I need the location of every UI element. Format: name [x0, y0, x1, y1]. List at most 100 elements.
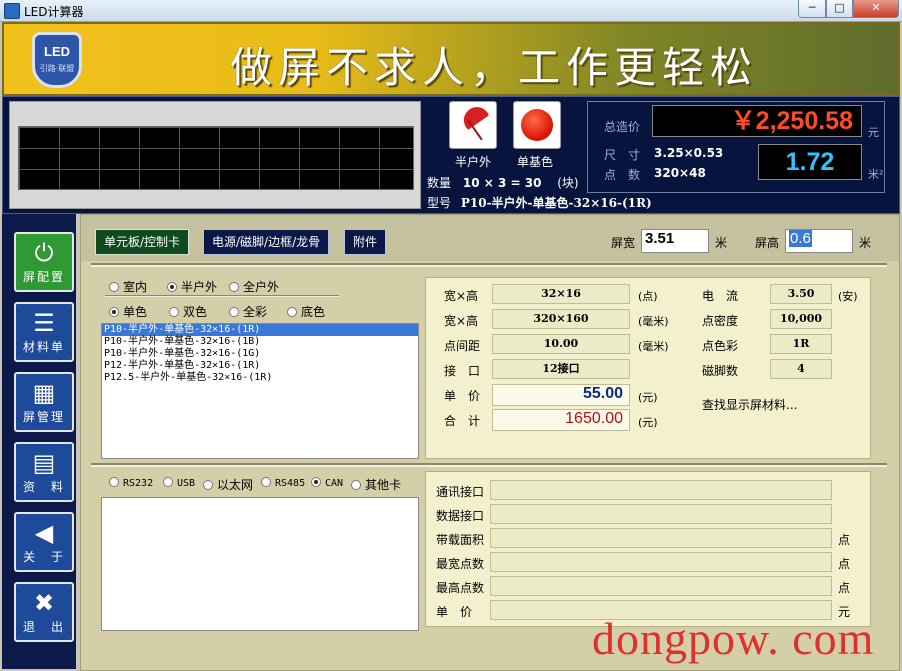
tab-board-card[interactable]: 单元板/控制卡: [95, 229, 190, 255]
divider: [91, 463, 887, 467]
tab-attachments[interactable]: 附件: [344, 229, 387, 255]
total-unit: (元): [638, 416, 658, 429]
screen-preview: [18, 126, 414, 190]
wh-dots-unit: (点): [638, 290, 658, 303]
load-area-field: [490, 528, 832, 548]
radio-can[interactable]: CAN: [311, 477, 343, 489]
quantity-label: 数量: [427, 176, 452, 190]
data-port-label: 数据接口: [436, 509, 485, 523]
pitch-field: 10.00: [492, 334, 630, 354]
total-label: 合 计: [444, 414, 481, 428]
magnet-label: 磁脚数: [702, 364, 739, 378]
model-row: 型号 P10-半户外-单基色-32×16-(1R): [427, 194, 652, 211]
port-field: 12接口: [492, 359, 630, 379]
current-label: 电 流: [702, 289, 739, 303]
list-icon: ☰: [33, 309, 55, 337]
sidebar-item-documents[interactable]: ▤ 资 料: [14, 442, 74, 502]
tab-power-frame[interactable]: 电源/磁脚/边框/龙骨: [203, 229, 330, 255]
radio-other-card[interactable]: 其他卡: [351, 476, 401, 493]
list-item[interactable]: P12.5-半户外-单基色-32×16-(1R): [102, 372, 418, 384]
max-height-field: [490, 576, 832, 596]
size-value: 3.25×0.53: [654, 146, 724, 160]
screen-height-input[interactable]: 0.6: [785, 229, 853, 253]
banner: LED 引路·联盟 做屏不求人，工作更轻松: [2, 22, 900, 96]
list-item[interactable]: P10-半户外-单基色-32×16-(1G): [102, 348, 418, 360]
density-label: 点密度: [702, 314, 739, 328]
radio-dual-color[interactable]: 双色: [169, 303, 207, 320]
unit-price-input[interactable]: 55.00: [492, 384, 630, 406]
current-unit: (安): [838, 290, 858, 303]
comm-panel: 通讯接口 数据接口 带载面积 点 最宽点数 点 最高点数 点 单 价 元: [425, 471, 871, 627]
radio-single-color[interactable]: 单色: [109, 303, 147, 320]
radio-base-color[interactable]: 底色: [287, 303, 325, 320]
wh-dots-label: 宽×高: [444, 289, 479, 303]
total-price-display: ￥2,250.58: [652, 105, 862, 137]
price-unit: (元): [638, 391, 658, 404]
sidebar-item-screen-manage[interactable]: ▦ 屏管理: [14, 372, 74, 432]
title-bar: LED计算器 ─ □ ✕: [0, 0, 902, 22]
max-width-unit: 点: [838, 557, 851, 571]
screen-width-unit: 米: [715, 236, 728, 250]
dots-value: 320×48: [654, 166, 706, 180]
wh-mm-label: 宽×高: [444, 314, 479, 328]
product-list[interactable]: P10-半户外-单基色-32×16-(1R) P10-半户外-单基色-32×16…: [101, 323, 419, 459]
dots-label: 点 数: [604, 168, 641, 182]
load-area-label: 带载面积: [436, 533, 485, 547]
radio-full-outdoor[interactable]: 全户外: [229, 278, 279, 295]
screen-height-unit: 米: [859, 236, 872, 250]
pitch-unit: (毫米): [638, 340, 669, 353]
radio-full-color[interactable]: 全彩: [229, 303, 267, 320]
radio-semi-outdoor[interactable]: 半户外: [167, 278, 217, 295]
screen-height-value: 0.6: [789, 230, 812, 247]
main-panel: 单元板/控制卡 电源/磁脚/边框/龙骨 附件 屏宽 3.51 米 屏高 0.6 …: [80, 214, 900, 671]
total-price-unit: 元: [868, 126, 879, 139]
red-dot-icon[interactable]: [513, 101, 561, 149]
wh-mm-field: 320×160: [492, 309, 630, 329]
sidebar-item-exit[interactable]: ✖ 退 出: [14, 582, 74, 642]
wh-mm-unit: (毫米): [638, 315, 669, 328]
controller-list[interactable]: [101, 497, 419, 631]
max-height-unit: 点: [838, 581, 851, 595]
divider: [105, 295, 339, 297]
close-button[interactable]: ✕: [853, 0, 899, 18]
radio-ethernet[interactable]: 以太网: [203, 476, 253, 493]
mode-outdoor-label: 半户外: [455, 155, 492, 169]
quantity-row: 数量 10 × 3 = 30 (块): [427, 174, 579, 191]
radio-rs232[interactable]: RS232: [109, 477, 153, 489]
screen-height-label: 屏高: [755, 236, 780, 250]
minimize-button[interactable]: ─: [798, 0, 826, 18]
sidebar-item-material-list[interactable]: ☰ 材料单: [14, 302, 74, 362]
maximize-button[interactable]: □: [826, 0, 853, 18]
screen-width-label: 屏宽: [611, 236, 636, 250]
current-field: 3.50: [770, 284, 832, 304]
density-field: 10,000: [770, 309, 832, 329]
max-height-label: 最高点数: [436, 581, 485, 595]
list-item[interactable]: P12-半户外-单基色-32×16-(1R): [102, 360, 418, 372]
radio-indoor[interactable]: 室内: [109, 278, 147, 295]
comm-port-field: [490, 480, 832, 500]
quantity-value: 10 × 3 = 30: [462, 176, 542, 190]
find-material-link[interactable]: 查找显示屏材料...: [702, 396, 797, 413]
load-area-unit: 点: [838, 533, 851, 547]
list-item[interactable]: P10-半户外-单基色-32×16-(1R): [102, 324, 418, 336]
sidebar-item-screen-config[interactable]: ⏻ 屏配置: [14, 232, 74, 292]
document-icon: ▤: [32, 449, 56, 477]
app-icon: [4, 3, 20, 19]
comm-port-label: 通讯接口: [436, 485, 485, 499]
radio-rs485[interactable]: RS485: [261, 477, 305, 489]
mode-mono-label: 单基色: [517, 155, 554, 169]
sidebar: ⏻ 屏配置 ☰ 材料单 ▦ 屏管理 ▤ 资 料 ◀ 关 于 ✖ 退 出: [2, 214, 76, 669]
window-title: LED计算器: [24, 5, 84, 19]
sidebar-item-about[interactable]: ◀ 关 于: [14, 512, 74, 572]
list-item[interactable]: P10-半户外-单基色-32×16-(1B): [102, 336, 418, 348]
screen-width-input[interactable]: 3.51: [641, 229, 709, 253]
network-icon: ▦: [32, 379, 56, 407]
quantity-unit: (块): [557, 176, 579, 190]
cost-summary: 总造价 ￥2,250.58 元 尺 寸 3.25×0.53 点 数 320×48…: [587, 101, 885, 193]
max-width-label: 最宽点数: [436, 557, 485, 571]
radio-usb[interactable]: USB: [163, 477, 195, 489]
umbrella-icon[interactable]: [449, 101, 497, 149]
total-field: 1650.00: [492, 409, 630, 431]
slogan: 做屏不求人，工作更轻松: [230, 43, 759, 92]
port-label: 接 口: [444, 364, 481, 378]
